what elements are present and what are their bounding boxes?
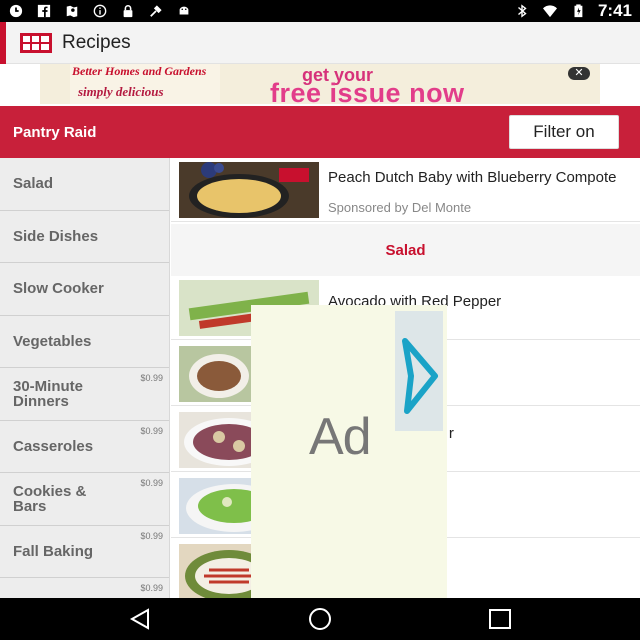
sidebar-item-vegetables[interactable]: Vegetables — [0, 316, 169, 368]
sidebar-item-side-dishes[interactable]: Side Dishes — [0, 211, 169, 263]
price-badge: $0.99 — [140, 373, 163, 383]
banner-ad[interactable]: Better Homes and Gardens simply deliciou… — [40, 64, 600, 104]
app-accent — [0, 21, 6, 64]
ad-label: Ad — [309, 408, 372, 466]
maps-icon — [66, 5, 78, 18]
sidebar-item-label: Side Dishes — [13, 227, 99, 245]
sidebar-item-fall-baking[interactable]: Fall Baking $0.99 — [0, 526, 169, 578]
section-header: Salad — [171, 224, 640, 276]
pantry-raid-bar: Pantry Raid Filter on — [0, 106, 640, 158]
info-icon — [93, 4, 107, 18]
app-screen: 7:41 Recipes Better Homes and Gardens si… — [0, 0, 640, 640]
home-icon[interactable] — [305, 606, 335, 632]
recipe-title: Peach Dutch Baby with Blueberry Compote — [328, 169, 617, 186]
tools-icon — [150, 5, 162, 17]
sidebar-item-label: Fall Baking — [13, 542, 94, 560]
sidebar-item-more[interactable]: $0.99 — [0, 578, 169, 598]
sponsor-label: Sponsored by Del Monte — [328, 200, 472, 215]
category-sidebar: Salad Side Dishes Slow Cooker Vegetables… — [0, 158, 170, 598]
price-badge: $0.99 — [140, 530, 163, 541]
section-label: Salad — [385, 241, 426, 259]
battery-icon — [574, 4, 583, 18]
sidebar-item-label: Cookies & Bars — [13, 482, 87, 515]
pantry-raid-title: Pantry Raid — [13, 123, 97, 141]
banner-subtitle: simply delicious — [78, 84, 164, 99]
sidebar-item-label: Salad — [13, 175, 54, 193]
sidebar-item-slow-cooker[interactable]: Slow Cooker — [0, 263, 169, 316]
back-icon[interactable] — [126, 606, 156, 632]
lock-icon — [123, 5, 133, 18]
status-time: 7:41 — [597, 1, 632, 20]
app-title: Recipes — [62, 31, 131, 53]
sidebar-item-casseroles[interactable]: Casseroles $0.99 — [0, 421, 169, 473]
app-bar: Recipes — [0, 21, 640, 64]
bluetooth-icon — [518, 4, 527, 18]
banner-brand: Better Homes and Gardens — [72, 64, 207, 78]
banner-ad-area: Better Homes and Gardens simply deliciou… — [0, 64, 640, 106]
clock-icon — [9, 4, 23, 18]
navigation-bar — [0, 598, 640, 640]
recipe-box-icon[interactable] — [20, 32, 52, 53]
play-icon — [402, 338, 438, 414]
sidebar-item-salad[interactable]: Salad — [0, 158, 169, 211]
price-badge: $0.99 — [140, 478, 163, 488]
close-icon[interactable]: ✕ — [568, 67, 590, 80]
sidebar-item-cookies-bars[interactable]: Cookies & Bars $0.99 — [0, 473, 169, 526]
overlay-ad[interactable]: Ad — [251, 305, 447, 617]
status-bar: 7:41 — [0, 0, 640, 22]
recipe-thumbnail — [179, 162, 319, 218]
ad-choices[interactable] — [395, 311, 443, 431]
price-badge: $0.99 — [140, 425, 163, 436]
sidebar-item-label: Slow Cooker — [13, 280, 104, 298]
wifi-icon — [542, 5, 557, 18]
sidebar-item-label: Vegetables — [13, 332, 92, 350]
recents-icon[interactable] — [485, 606, 515, 632]
banner-headline-bottom: free issue now — [270, 78, 465, 104]
sidebar-item-label: Casseroles — [13, 437, 94, 455]
facebook-icon — [37, 4, 51, 18]
sidebar-item-label: 30-Minute Dinners — [13, 377, 84, 410]
sidebar-item-30-minute-dinners[interactable]: 30-Minute Dinners $0.99 — [0, 368, 169, 421]
sponsored-recipe-row[interactable]: Peach Dutch Baby with Blueberry Compote … — [171, 158, 640, 222]
filter-button[interactable]: Filter on — [509, 115, 619, 149]
android-icon — [179, 6, 189, 15]
price-badge: $0.99 — [140, 583, 163, 593]
